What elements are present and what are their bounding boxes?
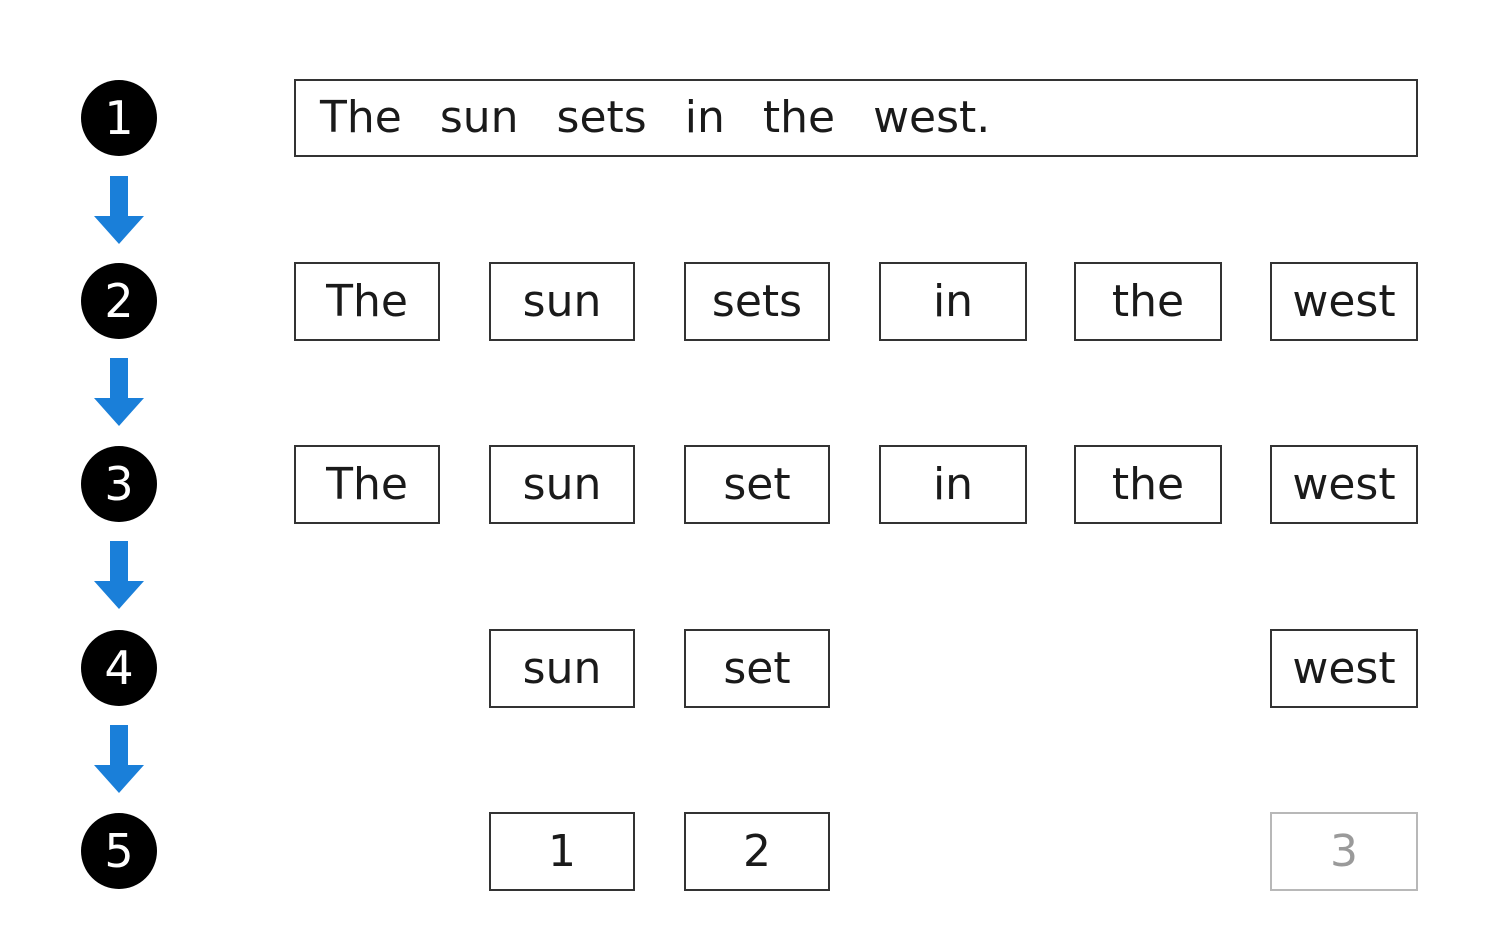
lemma-box: the (1074, 445, 1222, 524)
lemma-box: sun (489, 445, 635, 524)
token-box: in (879, 262, 1027, 341)
lemma-box: in (879, 445, 1027, 524)
step-5-circle: 5 (81, 813, 157, 889)
filtered-token-box: sun (489, 629, 635, 708)
token-box: west (1270, 262, 1418, 341)
down-arrow-icon (94, 358, 144, 426)
lemma-box: west (1270, 445, 1418, 524)
down-arrow-icon (94, 541, 144, 609)
step-4-circle: 4 (81, 630, 157, 706)
token-box: the (1074, 262, 1222, 341)
token-box: The (294, 262, 440, 341)
step-1-circle: 1 (81, 80, 157, 156)
step-2-circle: 2 (81, 263, 157, 339)
filtered-token-box: west (1270, 629, 1418, 708)
token-id-box: 2 (684, 812, 830, 891)
down-arrow-icon (94, 725, 144, 793)
token-id-box: 1 (489, 812, 635, 891)
sentence-word: The (320, 92, 402, 143)
sentence-word: in (684, 92, 725, 143)
token-id-box-faded: 3 (1270, 812, 1418, 891)
filtered-token-box: set (684, 629, 830, 708)
token-box: sets (684, 262, 830, 341)
lemma-box: set (684, 445, 830, 524)
sentence-word: the (762, 92, 836, 143)
sentence-box: The sun sets in the west. (294, 79, 1418, 157)
lemma-box: The (294, 445, 440, 524)
sentence-word: west. (873, 92, 991, 143)
down-arrow-icon (94, 176, 144, 244)
token-box: sun (489, 262, 635, 341)
sentence-word: sun (439, 92, 519, 143)
step-3-circle: 3 (81, 446, 157, 522)
sentence-word: sets (556, 92, 647, 143)
